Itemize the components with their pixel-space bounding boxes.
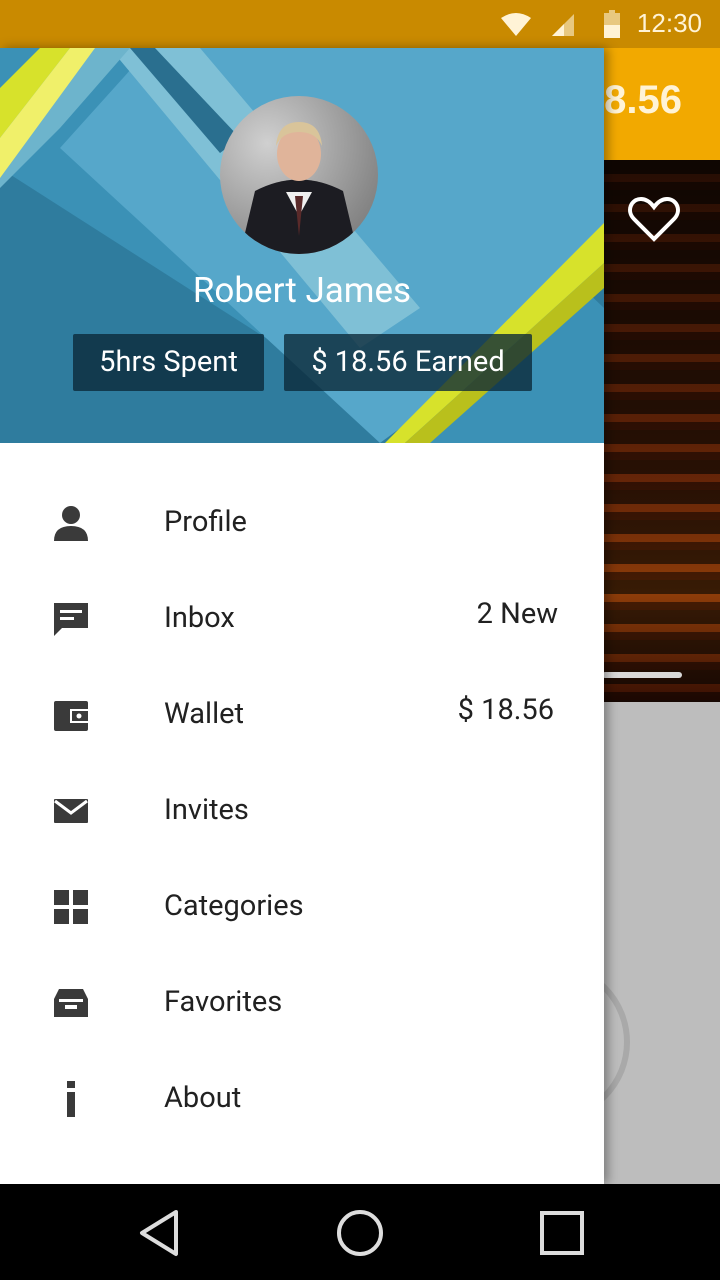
wallet-balance: $ 18.56: [457, 693, 554, 727]
menu-item-categories[interactable]: Categories: [0, 859, 604, 955]
menu-item-about[interactable]: About: [0, 1051, 604, 1147]
avatar-portrait: [240, 122, 358, 254]
mail-icon: [54, 799, 88, 823]
hours-spent-badge: 5hrs Spent: [73, 334, 264, 391]
home-icon[interactable]: [334, 1208, 386, 1258]
back-icon[interactable]: [136, 1208, 182, 1258]
menu-item-favorites[interactable]: Favorites: [0, 955, 604, 1051]
background-amount: 8.56: [604, 78, 682, 122]
background-scrollbar: [602, 672, 682, 678]
info-icon: [67, 1081, 75, 1117]
menu-item-profile[interactable]: Profile: [0, 475, 604, 571]
menu-item-label: Profile: [164, 505, 247, 539]
menu-item-label: Invites: [164, 793, 249, 827]
wallet-icon: [54, 701, 88, 731]
menu-item-wallet[interactable]: Wallet $ 18.56: [0, 667, 604, 763]
battery-icon: [604, 10, 620, 38]
system-nav-bar: [0, 1184, 720, 1280]
person-icon: [54, 506, 88, 541]
menu-item-label: Favorites: [164, 985, 283, 1019]
status-bar: 12:30: [0, 0, 720, 48]
grid-icon: [54, 890, 88, 924]
status-time: 12:30: [636, 8, 702, 38]
menu-item-label: Categories: [164, 889, 304, 923]
menu-item-label: Wallet: [164, 697, 245, 731]
heart-icon[interactable]: [628, 196, 680, 242]
menu-item-inbox[interactable]: Inbox 2 New: [0, 571, 604, 667]
tray-icon: [54, 989, 88, 1017]
recents-icon[interactable]: [538, 1208, 586, 1258]
menu-item-invites[interactable]: Invites: [0, 763, 604, 859]
user-name: Robert James: [192, 270, 412, 311]
navigation-drawer: Robert James 5hrs Spent $ 18.56 Earned P…: [0, 48, 604, 1184]
signal-icon: [552, 14, 574, 36]
message-icon: [54, 603, 88, 636]
earned-badge: $ 18.56 Earned: [284, 334, 532, 391]
avatar[interactable]: [220, 96, 378, 254]
wifi-icon: [501, 13, 531, 36]
menu-item-label: About: [164, 1081, 242, 1115]
menu-item-label: Inbox: [164, 601, 235, 635]
drawer-header: Robert James 5hrs Spent $ 18.56 Earned: [0, 48, 604, 443]
drawer-menu: Profile Inbox 2 New Wallet $ 18.56 Invit…: [0, 475, 604, 1147]
inbox-new-count: 2 New: [476, 597, 558, 631]
